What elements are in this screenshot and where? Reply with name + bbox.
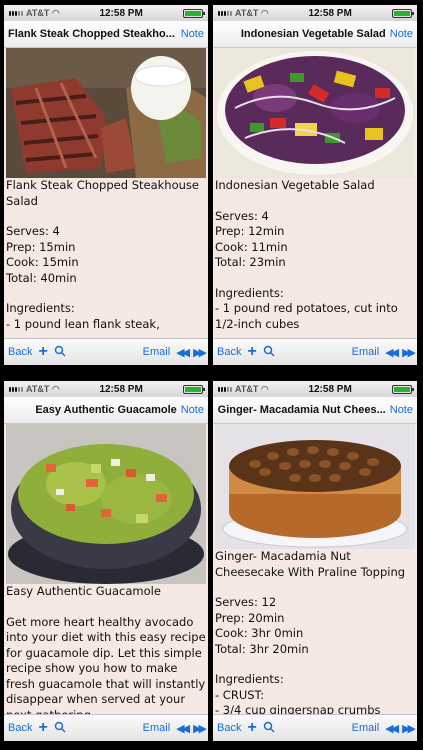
back-button[interactable]: Back bbox=[217, 722, 241, 734]
email-button[interactable]: Email bbox=[352, 346, 380, 358]
battery-icon bbox=[182, 384, 205, 394]
signal-icon bbox=[218, 386, 232, 392]
bottom-toolbar: Back + Email ◀◀ ▶▶ bbox=[213, 714, 417, 741]
recipe-description: Get more heart healthy avocado into your… bbox=[6, 614, 206, 715]
search-icon[interactable] bbox=[54, 345, 66, 360]
wifi-icon: ◠ bbox=[261, 7, 269, 18]
bottom-toolbar: Back + Email ◀◀ ▶▶ bbox=[213, 338, 417, 365]
recipe-photo-steak bbox=[6, 48, 206, 178]
note-button[interactable]: Note bbox=[181, 28, 204, 40]
recipe-ingredients: Ingredients: - 1 pound lean flank steak, bbox=[6, 301, 160, 331]
recipe-ingredients: Ingredients: - 1 pound red potatoes, cut… bbox=[215, 285, 398, 331]
note-button[interactable]: Note bbox=[181, 404, 204, 416]
recipe-stats: Serves: 4 Prep: 12min Cook: 11min Total:… bbox=[215, 208, 288, 270]
note-button[interactable]: Note bbox=[390, 404, 413, 416]
bottom-toolbar: Back + Email ◀◀ ▶▶ bbox=[4, 338, 208, 365]
nav-title: Ginger- Macadamia Nut Chees... bbox=[217, 404, 386, 416]
wifi-icon: ◠ bbox=[52, 383, 60, 394]
recipe-photo-guacamole bbox=[6, 424, 206, 584]
back-button[interactable]: Back bbox=[8, 346, 32, 358]
previous-icon[interactable]: ◀◀ bbox=[385, 722, 399, 735]
signal-icon bbox=[218, 10, 232, 16]
recipe-title: Indonesian Vegetable Salad bbox=[215, 178, 375, 192]
back-button[interactable]: Back bbox=[8, 722, 32, 734]
status-bar: AT&T ◠ 12:58 PM bbox=[213, 381, 417, 397]
search-icon[interactable] bbox=[263, 721, 275, 736]
clock: 12:58 PM bbox=[99, 7, 143, 19]
screen-cheesecake: AT&T ◠ 12:58 PM Ginger- Macadamia Nut Ch… bbox=[213, 381, 417, 741]
status-bar: AT&T ◠ 12:58 PM bbox=[213, 5, 417, 21]
recipe-stats: Serves: 4 Prep: 15min Cook: 15min Total:… bbox=[6, 224, 79, 285]
recipe-stats: Serves: 12 Prep: 20min Cook: 3hr 0min To… bbox=[215, 595, 309, 656]
nav-title: Flank Steak Chopped Steakho... bbox=[8, 28, 175, 40]
recipe-content[interactable]: Easy Authentic Guacamole Get more heart … bbox=[4, 424, 208, 714]
nav-title: Easy Authentic Guacamole bbox=[35, 404, 177, 416]
email-button[interactable]: Email bbox=[143, 346, 171, 358]
recipe-content[interactable]: Flank Steak Chopped Steakhouse Salad Ser… bbox=[4, 48, 208, 338]
recipe-photo-vegetable-salad bbox=[215, 48, 415, 178]
add-icon[interactable]: + bbox=[247, 344, 256, 360]
search-icon[interactable] bbox=[263, 345, 275, 360]
screen-indonesian-salad: AT&T ◠ 12:58 PM Indonesian Vegetable Sal… bbox=[213, 5, 417, 365]
screen-flank-steak: AT&T ◠ 12:58 PM Flank Steak Chopped Stea… bbox=[4, 5, 208, 365]
next-icon[interactable]: ▶▶ bbox=[402, 722, 416, 735]
next-icon[interactable]: ▶▶ bbox=[402, 346, 416, 359]
recipe-ingredients: Ingredients: - CRUST: - 3/4 cup gingersn… bbox=[215, 672, 381, 714]
nav-bar: Flank Steak Chopped Steakho... Note bbox=[4, 21, 208, 48]
previous-icon[interactable]: ◀◀ bbox=[385, 346, 399, 359]
wifi-icon: ◠ bbox=[261, 383, 269, 394]
nav-bar: Ginger- Macadamia Nut Chees... Note bbox=[213, 397, 417, 424]
battery-icon bbox=[391, 384, 414, 394]
next-icon[interactable]: ▶▶ bbox=[193, 722, 207, 735]
status-bar: AT&T ◠ 12:58 PM bbox=[4, 5, 208, 21]
carrier-label: AT&T bbox=[26, 384, 50, 394]
note-button[interactable]: Note bbox=[390, 28, 413, 40]
recipe-title: Flank Steak Chopped Steakhouse Salad bbox=[6, 178, 199, 208]
previous-icon[interactable]: ◀◀ bbox=[176, 722, 190, 735]
wifi-icon: ◠ bbox=[52, 7, 60, 18]
previous-icon[interactable]: ◀◀ bbox=[176, 346, 190, 359]
add-icon[interactable]: + bbox=[38, 720, 47, 736]
nav-bar: Easy Authentic Guacamole Note bbox=[4, 397, 208, 424]
clock: 12:58 PM bbox=[308, 7, 352, 19]
recipe-title: Ginger- Macadamia Nut Cheesecake With Pr… bbox=[215, 549, 406, 579]
recipe-title: Easy Authentic Guacamole bbox=[6, 584, 161, 598]
recipe-photo-cheesecake bbox=[215, 424, 415, 549]
signal-icon bbox=[9, 10, 23, 16]
bottom-toolbar: Back + Email ◀◀ ▶▶ bbox=[4, 714, 208, 741]
nav-bar: Indonesian Vegetable Salad Note bbox=[213, 21, 417, 48]
email-button[interactable]: Email bbox=[143, 722, 171, 734]
email-button[interactable]: Email bbox=[352, 722, 380, 734]
add-icon[interactable]: + bbox=[38, 344, 47, 360]
clock: 12:58 PM bbox=[99, 383, 143, 395]
carrier-label: AT&T bbox=[235, 8, 259, 18]
search-icon[interactable] bbox=[54, 721, 66, 736]
recipe-content[interactable]: Indonesian Vegetable Salad Serves: 4 Pre… bbox=[213, 48, 417, 338]
carrier-label: AT&T bbox=[235, 384, 259, 394]
clock: 12:58 PM bbox=[308, 383, 352, 395]
back-button[interactable]: Back bbox=[217, 346, 241, 358]
screen-guacamole: AT&T ◠ 12:58 PM Easy Authentic Guacamole… bbox=[4, 381, 208, 741]
nav-title: Indonesian Vegetable Salad bbox=[240, 28, 386, 40]
status-bar: AT&T ◠ 12:58 PM bbox=[4, 381, 208, 397]
add-icon[interactable]: + bbox=[247, 720, 256, 736]
recipe-content[interactable]: Ginger- Macadamia Nut Cheesecake With Pr… bbox=[213, 424, 417, 714]
carrier-label: AT&T bbox=[26, 8, 50, 18]
battery-icon bbox=[391, 8, 414, 18]
next-icon[interactable]: ▶▶ bbox=[193, 346, 207, 359]
battery-icon bbox=[182, 8, 205, 18]
signal-icon bbox=[9, 386, 23, 392]
